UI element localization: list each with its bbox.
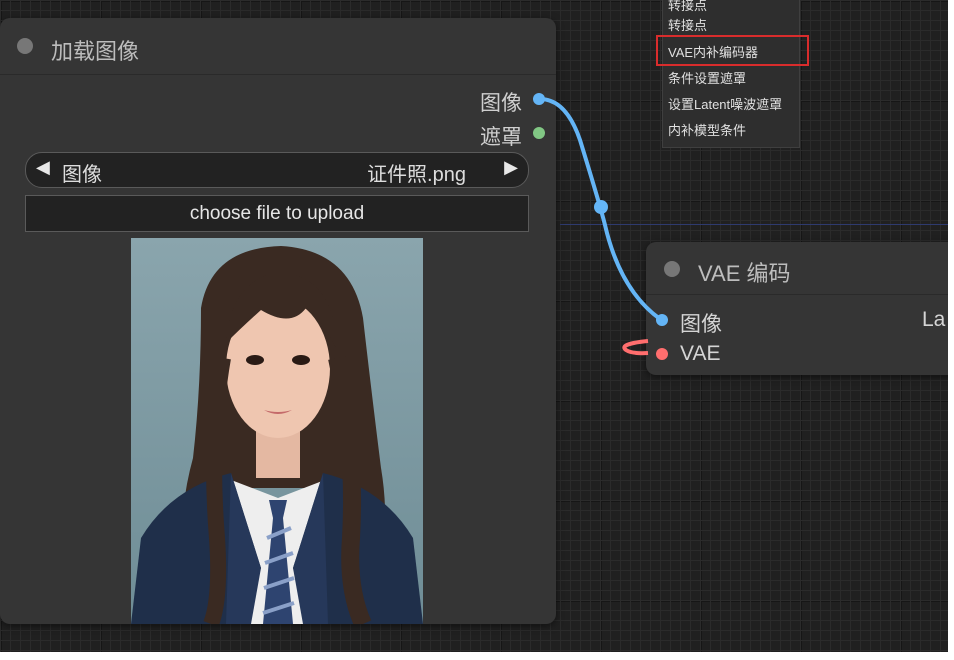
link-midpoint-handle[interactable] [594,200,608,214]
vae-link-wire[interactable] [622,339,649,356]
node-links [539,97,662,356]
node-graph-canvas[interactable]: 转接点 转接点 VAE内补编码器 条件设置遮罩 设置Latent噪波遮罩 内补模… [0,0,948,652]
